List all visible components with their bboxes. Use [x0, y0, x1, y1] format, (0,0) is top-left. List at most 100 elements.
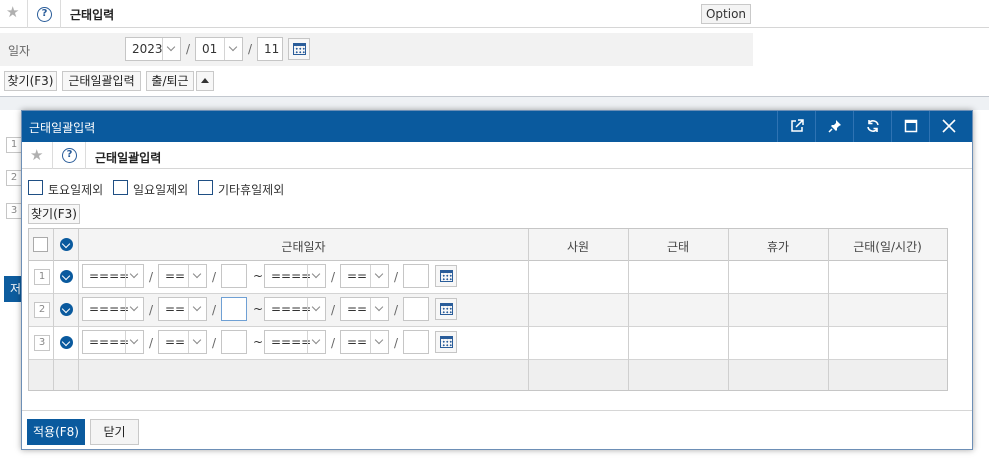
attendance-cell[interactable] — [628, 261, 728, 293]
to-year-select[interactable]: ==== — [264, 330, 326, 354]
column-header-vacation[interactable]: 휴가 — [728, 238, 828, 255]
collapse-button[interactable] — [196, 71, 214, 91]
column-header-date[interactable]: 근태일자 — [79, 238, 528, 255]
to-month-select[interactable]: == — [340, 297, 389, 321]
from-year-value: ==== — [89, 302, 130, 316]
download-circle-icon[interactable] — [60, 303, 73, 316]
popout-button[interactable] — [777, 111, 815, 142]
column-divider — [528, 229, 529, 390]
calendar-button[interactable] — [288, 38, 310, 60]
employee-cell[interactable] — [528, 327, 628, 359]
calendar-button[interactable] — [435, 298, 457, 320]
close-dialog-button[interactable] — [929, 111, 972, 142]
refresh-icon — [867, 120, 879, 132]
grid-footer-row — [29, 360, 947, 390]
to-day-input[interactable] — [403, 330, 429, 354]
exclude-sunday-label: 일요일제외 — [133, 183, 189, 197]
dialog-find-button[interactable]: 찾기(F3) — [28, 204, 80, 224]
from-year-select[interactable]: ==== — [82, 297, 144, 321]
to-year-select[interactable]: ==== — [264, 264, 326, 288]
download-circle-icon[interactable] — [60, 270, 73, 283]
date-separator: / — [331, 270, 336, 284]
chevron-down-icon — [162, 38, 180, 60]
pin-button[interactable] — [815, 111, 853, 142]
column-divider — [78, 229, 79, 390]
exclude-other-holidays-checkbox[interactable] — [198, 180, 213, 195]
exclude-saturday-checkbox[interactable] — [28, 180, 43, 195]
commute-button[interactable]: 출/퇴근 — [146, 71, 194, 91]
date-separator: / — [394, 270, 399, 284]
help-icon[interactable]: ? — [37, 7, 52, 22]
range-separator: ~ — [253, 269, 264, 283]
help-icon[interactable]: ? — [62, 148, 77, 163]
date-separator: / — [212, 303, 217, 317]
to-day-input[interactable] — [403, 264, 429, 288]
refresh-button[interactable] — [853, 111, 891, 142]
calendar-button[interactable] — [435, 331, 457, 353]
from-year-select[interactable]: ==== — [82, 264, 144, 288]
month-select[interactable]: 01 — [195, 37, 243, 61]
from-day-input[interactable] — [221, 297, 247, 321]
row-number: 2 — [34, 302, 50, 318]
from-year-select[interactable]: ==== — [82, 330, 144, 354]
to-month-value: == — [347, 269, 368, 283]
from-month-select[interactable]: == — [158, 330, 207, 354]
star-icon[interactable]: ★ — [6, 5, 19, 20]
star-icon[interactable]: ★ — [30, 148, 43, 163]
calendar-icon — [440, 336, 453, 348]
from-day-input[interactable] — [221, 330, 247, 354]
to-year-value: ==== — [271, 269, 312, 283]
attendance-cell[interactable] — [628, 327, 728, 359]
from-month-select[interactable]: == — [158, 264, 207, 288]
calendar-button[interactable] — [435, 265, 457, 287]
day-input[interactable]: 11 — [257, 37, 283, 61]
to-year-select[interactable]: ==== — [264, 297, 326, 321]
to-day-input[interactable] — [403, 297, 429, 321]
from-day-input[interactable] — [221, 264, 247, 288]
find-button[interactable]: 찾기(F3) — [4, 71, 57, 91]
row-number: 1 — [34, 269, 50, 285]
table-row[interactable]: 3 ==== / == / ~ ==== / == / — [29, 327, 947, 360]
vacation-cell[interactable] — [728, 294, 828, 326]
date-separator: / — [149, 303, 154, 317]
year-select[interactable]: 2023 — [125, 37, 181, 61]
employee-cell[interactable] — [528, 294, 628, 326]
grid-header: 근태일자 사원 근태 휴가 근태(일/시간) — [29, 229, 947, 261]
table-row[interactable]: 1 ==== / == / ~ ==== / == / — [29, 261, 947, 294]
row-number: 2 — [6, 170, 22, 186]
vacation-cell[interactable] — [728, 327, 828, 359]
column-header-attendance[interactable]: 근태 — [628, 238, 728, 255]
employee-cell[interactable] — [528, 261, 628, 293]
amount-cell[interactable] — [828, 294, 947, 326]
chevron-down-icon — [307, 265, 325, 287]
select-all-checkbox[interactable] — [33, 237, 48, 252]
column-header-amount[interactable]: 근태(일/시간) — [828, 238, 947, 255]
amount-cell[interactable] — [828, 261, 947, 293]
chevron-down-icon — [224, 38, 242, 60]
exclude-other-holidays-label: 기타휴일제외 — [218, 183, 285, 197]
range-separator: ~ — [253, 302, 264, 316]
divider — [60, 0, 61, 28]
calendar-icon — [293, 43, 306, 55]
download-circle-icon[interactable] — [60, 336, 73, 349]
attendance-cell[interactable] — [628, 294, 728, 326]
apply-button[interactable]: 적용(F8) — [27, 419, 85, 445]
to-year-value: ==== — [271, 335, 312, 349]
calendar-icon — [440, 270, 453, 282]
to-month-select[interactable]: == — [340, 264, 389, 288]
bulk-input-button[interactable]: 근태일괄입력 — [62, 71, 141, 91]
column-header-employee[interactable]: 사원 — [528, 238, 628, 255]
vacation-cell[interactable] — [728, 261, 828, 293]
to-month-select[interactable]: == — [340, 330, 389, 354]
date-separator: / — [248, 42, 253, 56]
close-button[interactable]: 닫기 — [90, 419, 139, 445]
row-number: 3 — [34, 335, 50, 351]
table-row[interactable]: 2 ==== / == / ~ ==== / == / — [29, 294, 947, 327]
exclude-sunday-checkbox[interactable] — [113, 180, 128, 195]
amount-cell[interactable] — [828, 327, 947, 359]
chevron-down-icon — [125, 265, 143, 287]
option-button[interactable]: Option — [701, 4, 751, 24]
maximize-button[interactable] — [891, 111, 929, 142]
download-circle-icon[interactable] — [60, 238, 73, 251]
from-month-select[interactable]: == — [158, 297, 207, 321]
